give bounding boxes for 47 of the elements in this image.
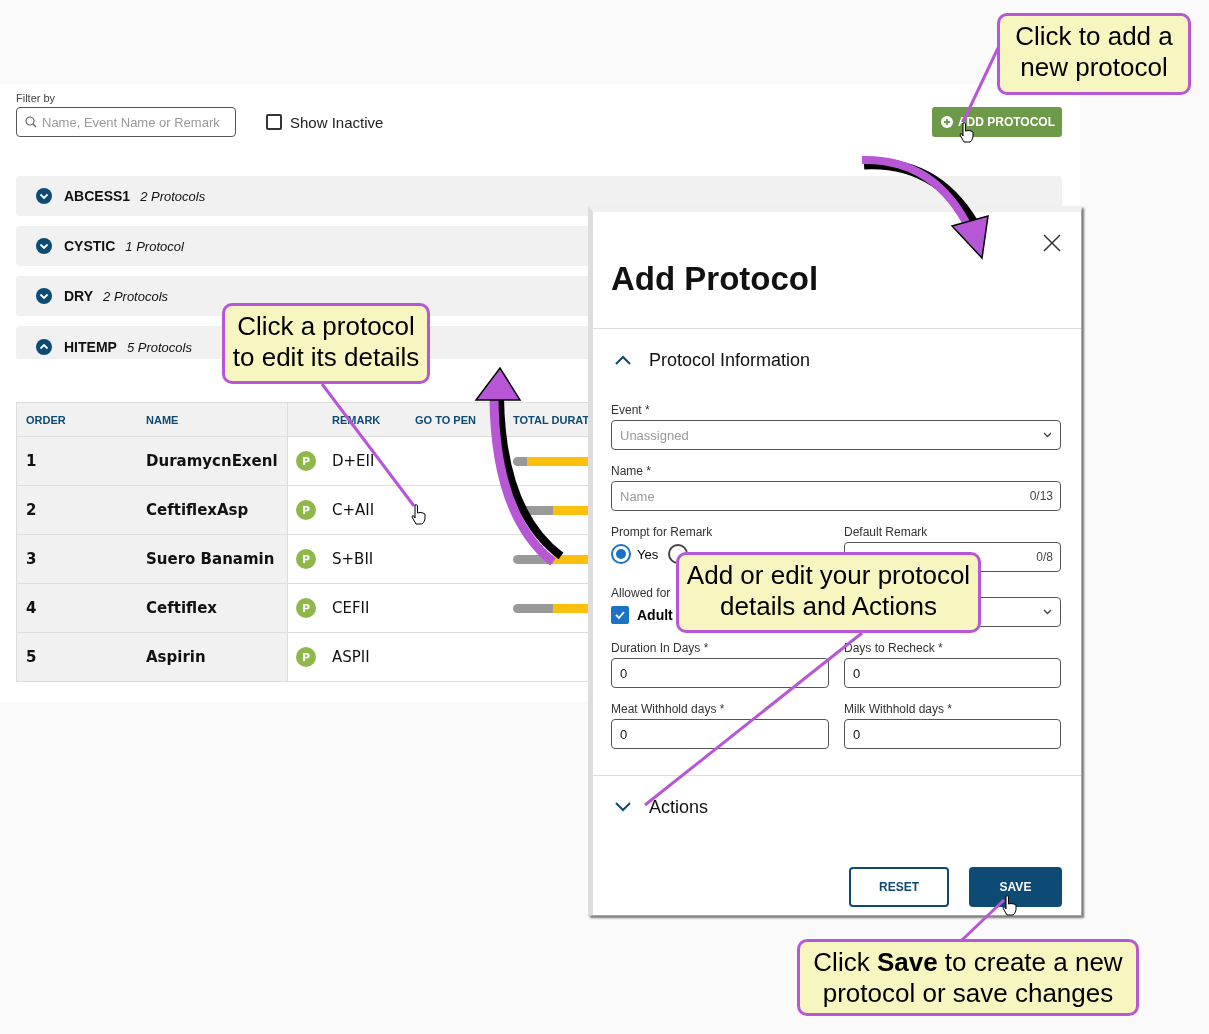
table-cell: C+AII xyxy=(332,501,375,519)
table-cell: 2 xyxy=(26,501,37,519)
status-badge: P xyxy=(296,549,316,569)
column-header: ORDER xyxy=(26,413,66,426)
table-cell: Aspirin xyxy=(146,648,206,666)
status-badge: P xyxy=(296,451,316,471)
callout-tooltip: Add or edit your protocol details and Actions xyxy=(676,552,981,633)
status-badge: P xyxy=(296,500,316,520)
table-cell: 3 xyxy=(26,550,37,568)
table-cell: D+EII xyxy=(332,452,375,470)
status-badge: P xyxy=(296,647,316,667)
table-cell: ASPII xyxy=(332,648,370,666)
protocol-count: 2 Protocols xyxy=(103,288,169,304)
field-label: Allowed for xyxy=(611,586,672,600)
group-name: HITEMP xyxy=(64,339,117,355)
table-cell: Suero Banamin xyxy=(146,550,275,568)
group-name: DRY xyxy=(64,288,94,304)
status-badge: P xyxy=(296,598,316,618)
protocol-count: 1 Protocol xyxy=(125,238,184,254)
callout-tooltip: Click a protocol to edit its details xyxy=(222,303,430,384)
table-cell: 4 xyxy=(26,599,37,617)
column-header: NAME xyxy=(146,413,179,426)
table-cell: CeftiflexAsp xyxy=(146,501,249,519)
protocol-count: 2 Protocols xyxy=(140,188,206,204)
filter-label: Filter by xyxy=(16,92,57,104)
field-label: Meat Withhold days * xyxy=(611,702,726,716)
field-label: Event * xyxy=(611,403,651,417)
field-label: Name * xyxy=(611,464,652,478)
field-label: Default Remark xyxy=(844,525,929,539)
group-name: CYSTIC xyxy=(64,238,116,254)
column-header: GO TO PEN xyxy=(415,413,476,426)
callout-tooltip: Click Save to create a new protocol or save changes xyxy=(797,939,1139,1016)
column-header: TOTAL DURAT xyxy=(513,413,590,426)
table-cell: 1 xyxy=(26,452,37,470)
table-cell: Ceftiflex xyxy=(146,599,217,617)
callout-tooltip: Click to add a new protocol xyxy=(997,13,1191,95)
table-cell: DuramycnExenl xyxy=(146,452,278,470)
character-counter: 0/8 xyxy=(1036,550,1053,564)
table-cell: S+BII xyxy=(332,550,374,568)
field-label: Prompt for Remark xyxy=(611,525,714,539)
group-name: ABCESS1 xyxy=(64,188,131,204)
table-cell: 5 xyxy=(26,648,37,666)
table-cell: CEFII xyxy=(332,599,370,617)
field-label: Duration In Days * xyxy=(611,641,710,655)
field-label: Milk Withhold days * xyxy=(844,702,954,716)
character-counter: 0/13 xyxy=(1029,489,1053,503)
protocol-count: 5 Protocols xyxy=(126,340,192,355)
